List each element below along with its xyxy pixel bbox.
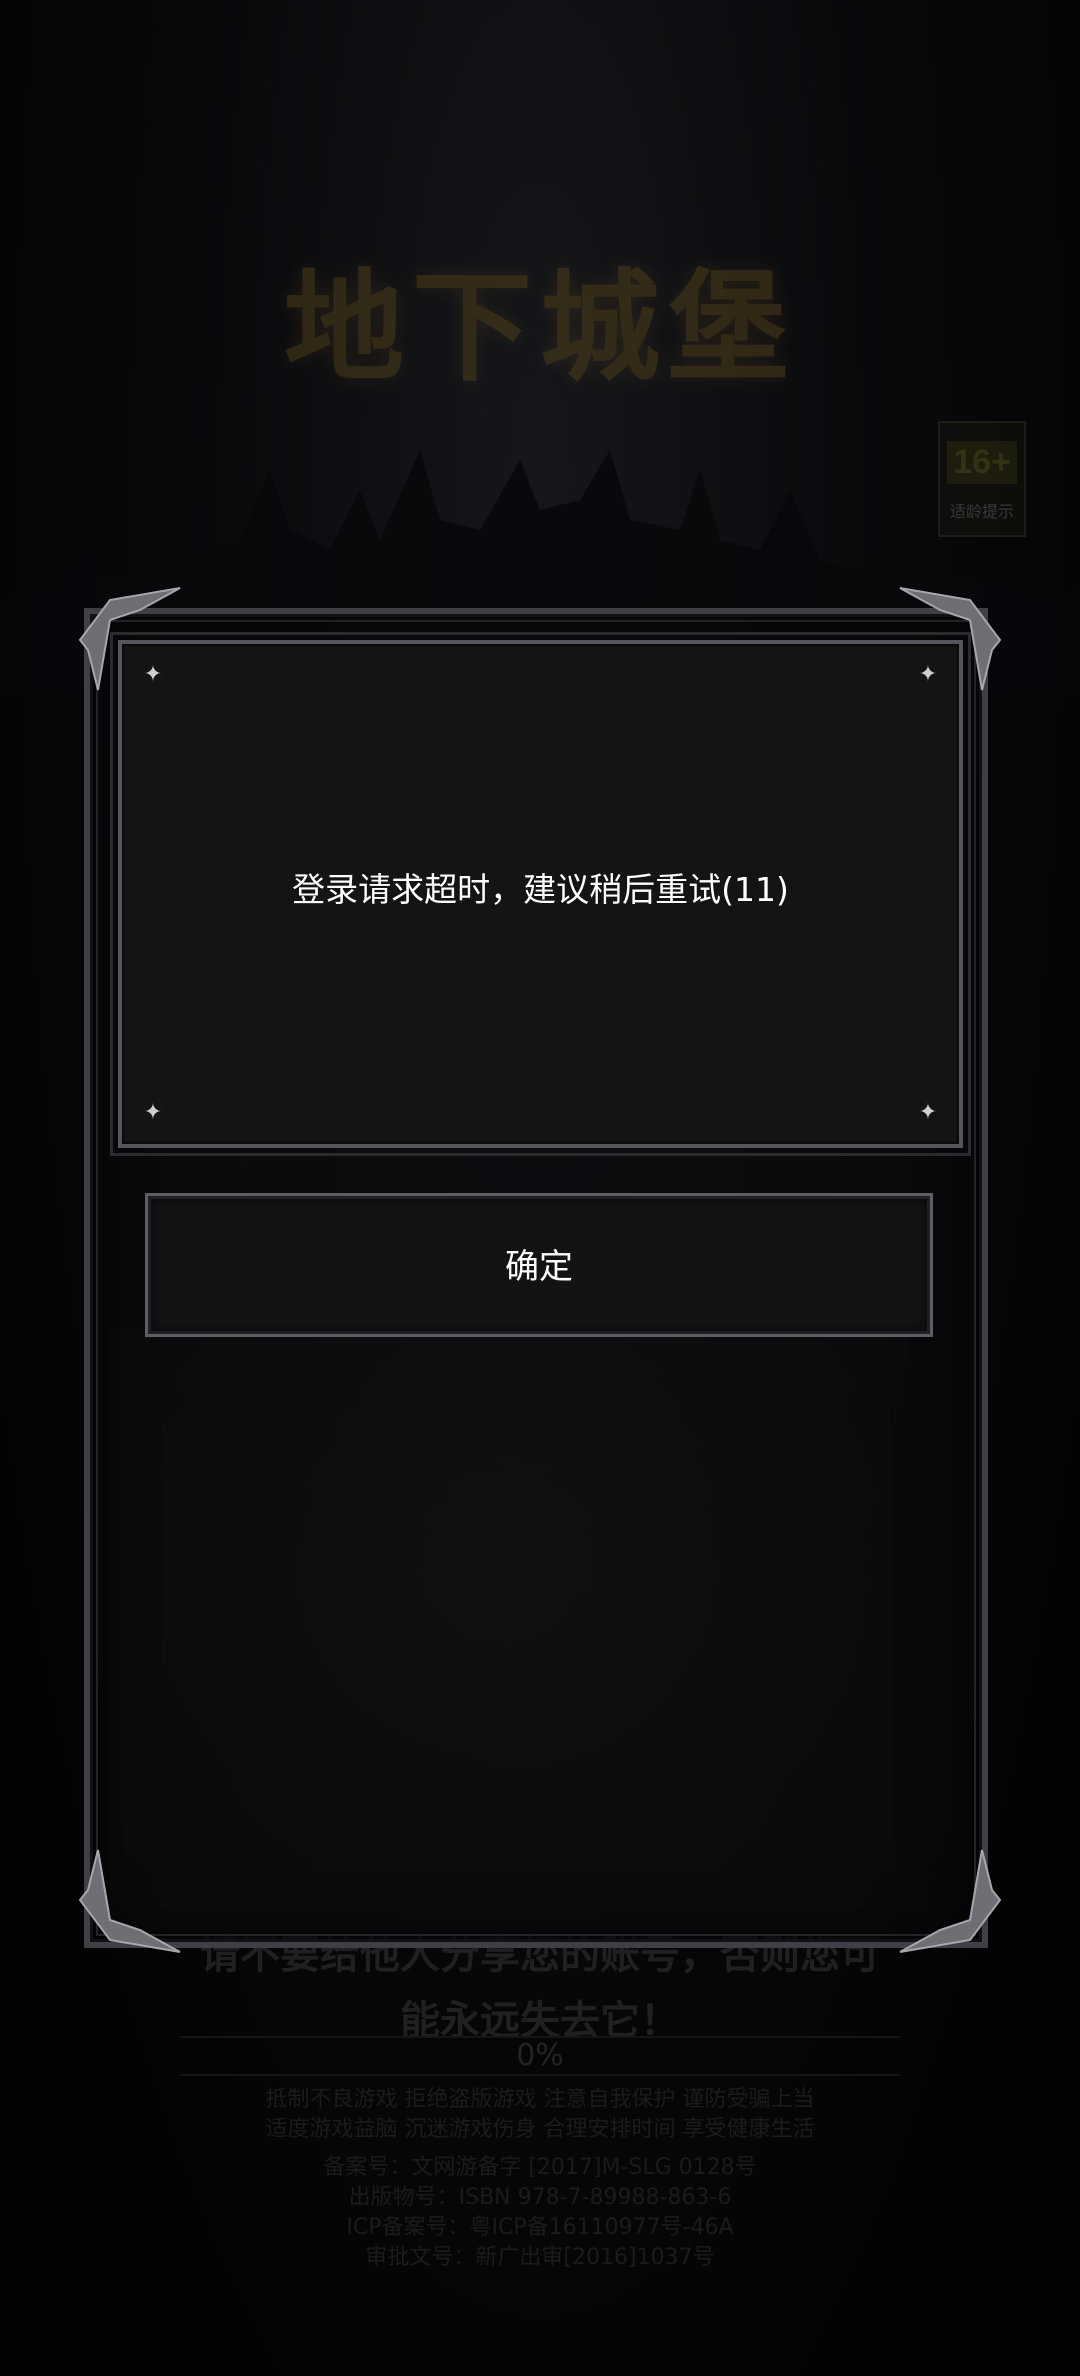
dialog-message: 登录请求超时，建议稍后重试(11) <box>292 870 789 909</box>
sparkle-icon: ✦ <box>918 1100 938 1125</box>
confirm-button-label: 确定 <box>505 1247 573 1287</box>
sparkle-icon: ✦ <box>143 1100 163 1125</box>
game-login-screen: 地下城堡 16+ 适龄提示 请不要给他人分享您的账号，否则您可 能永远失去它！ … <box>0 0 1080 2376</box>
sparkle-icon: ✦ <box>143 662 163 687</box>
frame-corner-ornament <box>78 1849 181 1953</box>
confirm-button[interactable]: 确定 <box>145 1193 933 1337</box>
message-panel: ✦ ✦ ✦ ✦ 登录请求超时，建议稍后重试(11) <box>110 632 971 1156</box>
frame-corner-ornament <box>899 1849 1002 1953</box>
sparkle-icon: ✦ <box>918 662 938 687</box>
